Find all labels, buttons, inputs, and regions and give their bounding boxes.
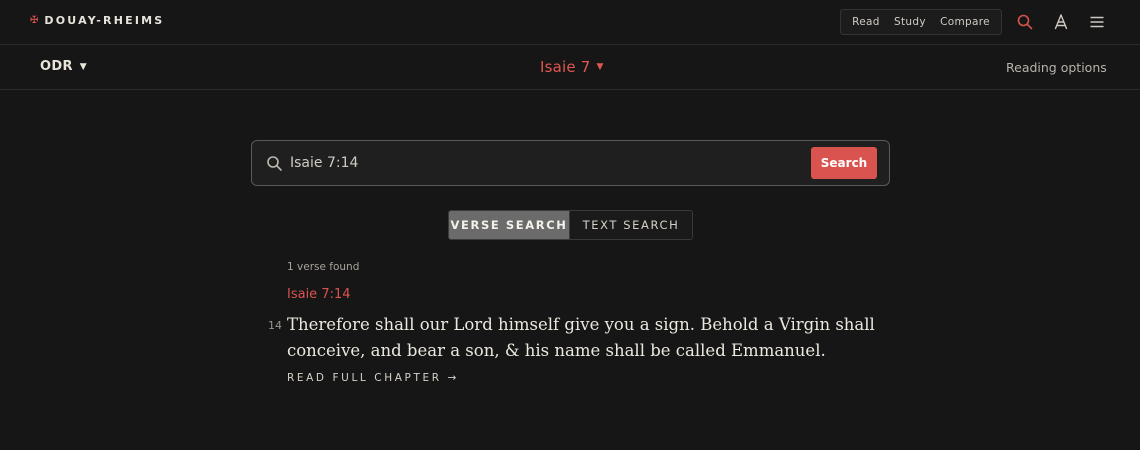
search-icon	[266, 155, 283, 172]
search-box: Search	[251, 140, 890, 186]
brand-logo[interactable]: ✠ DOUAY-RHEIMS	[30, 14, 164, 27]
tab-text-search[interactable]: TEXT SEARCH	[570, 211, 692, 239]
search-icon[interactable]	[1016, 13, 1034, 31]
chapter-dropdown[interactable]: Isaie 7 ▼	[540, 58, 603, 76]
reading-options-button[interactable]: Reading options	[1006, 60, 1107, 75]
cross-icon: ✠	[30, 14, 39, 26]
result-count: 1 verse found	[287, 261, 360, 273]
caret-down-icon: ▼	[79, 61, 87, 72]
nav-compare[interactable]: Compare	[940, 16, 990, 28]
main-nav: Read Study Compare	[840, 9, 1002, 35]
top-bar: ✠ DOUAY-RHEIMS Read Study Compare	[0, 0, 1140, 45]
caret-down-icon: ▼	[596, 62, 604, 72]
search-input[interactable]	[290, 149, 790, 177]
result-reference-link[interactable]: Isaie 7:14	[287, 287, 351, 302]
ladder-icon[interactable]	[1052, 13, 1070, 31]
version-dropdown[interactable]: ODR ▼	[40, 59, 87, 74]
verse-text: Therefore shall our Lord himself give yo…	[287, 315, 875, 360]
nav-read[interactable]: Read	[852, 16, 880, 28]
version-label: ODR	[40, 59, 73, 74]
menu-icon[interactable]	[1088, 13, 1106, 31]
nav-study[interactable]: Study	[894, 16, 926, 28]
search-mode-toggle: VERSE SEARCH TEXT SEARCH	[448, 210, 693, 240]
read-full-chapter-link[interactable]: READ FULL CHAPTER →	[287, 372, 459, 384]
brand-name: DOUAY-RHEIMS	[44, 14, 165, 27]
verse-number: 14	[268, 319, 282, 332]
tab-verse-search[interactable]: VERSE SEARCH	[449, 211, 571, 239]
search-button[interactable]: Search	[811, 147, 877, 179]
reading-toolbar: ODR ▼ Isaie 7 ▼ Reading options	[0, 45, 1140, 90]
chapter-label: Isaie 7	[540, 58, 591, 76]
